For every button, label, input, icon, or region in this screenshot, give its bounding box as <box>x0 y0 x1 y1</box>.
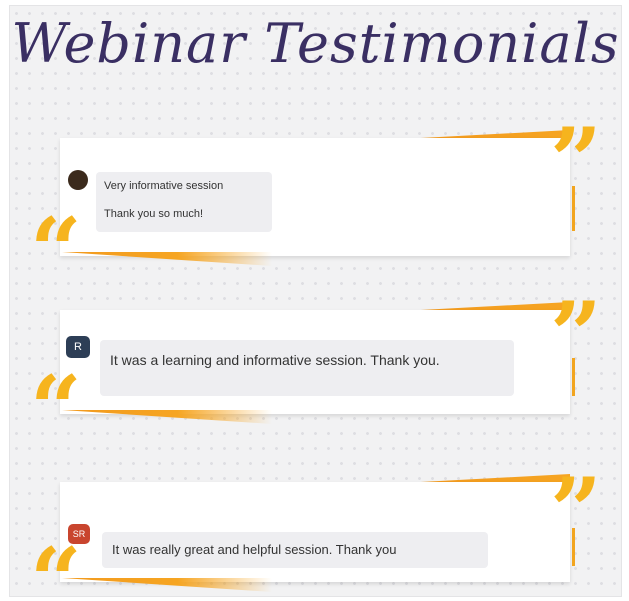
message-line: Very informative session <box>104 180 224 192</box>
open-quote-icon: “ <box>30 356 82 462</box>
open-quote-icon: “ <box>30 198 82 304</box>
close-quote-icon: ” <box>550 458 602 564</box>
message-bubble: It was really great and helpful session.… <box>102 532 488 568</box>
message-text: It was a learning and informative sessio… <box>110 352 440 368</box>
message-bubble: It was a learning and informative sessio… <box>100 340 514 396</box>
testimonials-graphic: Webinar Testimonials Very informative se… <box>10 6 621 596</box>
avatar: R <box>66 336 90 358</box>
page-title: Webinar Testimonials <box>11 12 620 75</box>
message-line: Thank you so much! <box>104 208 204 220</box>
message-text: It was really great and helpful session.… <box>112 542 397 557</box>
message-bubble: Very informative session Thank you so mu… <box>96 172 272 232</box>
avatar <box>68 170 88 190</box>
close-quote-icon: ” <box>550 282 602 388</box>
open-quote-icon: “ <box>30 528 82 596</box>
close-quote-icon: ” <box>550 108 602 214</box>
